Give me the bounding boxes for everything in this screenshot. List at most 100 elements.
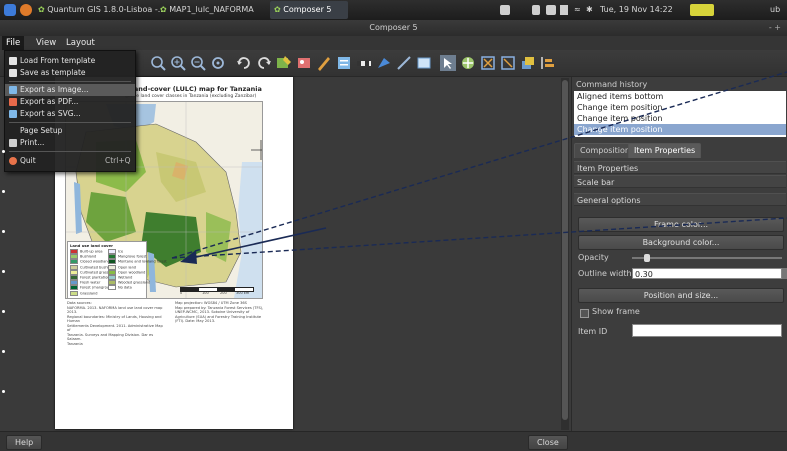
map-subtitle[interactable]: gative land cover classes in Tanzania (e… (125, 94, 256, 99)
add-image-icon[interactable] (296, 55, 312, 71)
legend-label: Fresh water (80, 280, 101, 285)
battery-icon[interactable] (532, 5, 540, 15)
edge-marker (2, 190, 5, 193)
volume-icon[interactable] (560, 5, 568, 15)
window-controls[interactable]: - + (769, 20, 781, 36)
group-icon[interactable] (480, 55, 496, 71)
save-icon (9, 69, 17, 77)
legend-box[interactable]: Land use land cover Built-up area Bushlan… (67, 241, 167, 299)
history-row[interactable]: Change item position (574, 113, 786, 124)
legend-label: Open land (118, 265, 137, 270)
bluetooth-icon[interactable]: ✱ (586, 0, 593, 20)
clock[interactable]: Tue, 19 Nov 14:22 (600, 0, 673, 20)
projection-text[interactable]: Map projection: WGS84 / UTM Zone 36S Map… (175, 301, 275, 324)
add-map-icon[interactable] (276, 55, 292, 71)
align-icon[interactable] (540, 55, 556, 71)
right-panel: Command history Aligned items bottom Cha… (571, 77, 787, 431)
menu-item-save-template[interactable]: Save as template (5, 67, 135, 79)
menu-layout[interactable]: Layout (62, 36, 99, 50)
image-icon (9, 86, 17, 94)
scale-label-300: 300 km (236, 291, 250, 295)
legend-label: Montane and lowland forest (118, 259, 167, 264)
scale-label-0: 0 (180, 291, 183, 295)
legend-label: Wetland (118, 275, 133, 280)
legend-label: Grassland (80, 291, 98, 296)
outline-width-label: Outline width (578, 269, 632, 278)
menu-item-print[interactable]: Print... (5, 137, 135, 149)
select-move-icon[interactable] (440, 55, 456, 71)
dialog-bottom-bar: Help Close (0, 431, 787, 451)
svg-icon (9, 110, 17, 118)
source-text[interactable]: Data sources: NAFORMA. 2013. NAFORMA lan… (67, 301, 167, 346)
map-title[interactable]: e land-cover (LULC) map for Tanzania (125, 85, 262, 93)
user-name[interactable]: ub (770, 0, 780, 20)
outline-width-input[interactable]: 0.30 (632, 268, 782, 279)
general-options-header[interactable]: General options (574, 193, 786, 206)
opacity-slider[interactable] (632, 254, 782, 262)
close-button[interactable]: Close (528, 435, 568, 450)
menu-separator (9, 122, 131, 123)
taskbar-item-qgis[interactable]: ✿ Quantum GIS 1.8.0-Lisboa -... (38, 0, 165, 20)
canvas-vertical-scrollbar[interactable] (561, 78, 569, 430)
history-row[interactable]: Aligned items bottom (574, 91, 786, 102)
history-row[interactable]: Change item position (574, 102, 786, 113)
legend-swatch (70, 290, 78, 296)
redo-icon[interactable] (256, 55, 272, 71)
legend-label: Closed woodland (80, 259, 110, 264)
qgis-icon: ✿ (160, 5, 167, 14)
move-content-icon[interactable] (460, 55, 476, 71)
menu-item-load-template[interactable]: Load From template (5, 55, 135, 67)
scale-label-200: 200 (220, 291, 227, 295)
add-arrow-icon[interactable] (396, 55, 412, 71)
add-shape-icon[interactable] (376, 55, 392, 71)
refresh-icon[interactable] (210, 55, 226, 71)
show-frame-checkbox[interactable] (580, 309, 589, 318)
raise-item-icon[interactable] (520, 55, 536, 71)
history-row-selected[interactable]: Change item position (574, 124, 786, 135)
menu-item-quit[interactable]: Quit Ctrl+Q (5, 155, 135, 167)
scrollbar-thumb[interactable] (562, 80, 568, 420)
menu-item-page-setup[interactable]: Page Setup (5, 125, 135, 137)
taskbar-item-composer[interactable]: ✿ Composer 5 (274, 0, 332, 20)
add-table-icon[interactable] (416, 55, 432, 71)
tab-item-properties[interactable]: Item Properties (628, 143, 702, 158)
add-legend-icon[interactable] (336, 55, 352, 71)
keyboard-icon[interactable] (500, 5, 510, 15)
pdf-icon (9, 98, 17, 106)
edge-marker (2, 310, 5, 313)
user-indicator-icon[interactable] (690, 4, 714, 16)
add-label-icon[interactable] (316, 55, 332, 71)
undo-icon[interactable] (236, 55, 252, 71)
outline-width-spinner[interactable] (782, 268, 787, 279)
help-button[interactable]: Help (6, 435, 43, 450)
ungroup-icon[interactable] (500, 55, 516, 71)
menu-separator (9, 81, 131, 82)
browser-icon[interactable] (20, 4, 32, 16)
menu-file[interactable]: File (2, 36, 25, 50)
frame-color-button[interactable]: Frame color... (578, 217, 784, 232)
wifi-icon[interactable]: ≈ (574, 0, 581, 20)
qgis-icon: ✿ (38, 5, 45, 14)
background-color-button[interactable]: Background color... (578, 235, 784, 250)
menu-item-export-svg[interactable]: Export as SVG... (5, 108, 135, 120)
taskbar-item-map[interactable]: ✿ MAP1_lulc_NAFORMA (160, 0, 254, 20)
tab-composition[interactable]: Composition (574, 143, 636, 158)
menu-item-export-pdf[interactable]: Export as PDF... (5, 96, 135, 108)
opacity-slider-handle[interactable] (644, 254, 650, 262)
legend-label: Bushland (80, 254, 97, 259)
zoom-in-icon[interactable] (170, 55, 186, 71)
mail-icon[interactable] (546, 5, 556, 15)
add-scalebar-icon[interactable] (356, 55, 372, 71)
show-frame-label: Show frame (592, 307, 640, 316)
zoom-out-icon[interactable] (190, 55, 206, 71)
scale-bar[interactable]: 0 100 200 300 km (180, 287, 254, 297)
zoom-full-icon[interactable] (150, 55, 166, 71)
item-id-input[interactable] (632, 324, 782, 337)
menu-item-export-image[interactable]: Export as Image... (5, 84, 135, 96)
quit-shortcut: Ctrl+Q (105, 156, 131, 165)
command-history-list[interactable]: Aligned items bottom Change item positio… (574, 91, 786, 137)
legend-label: Wooded grassland (118, 280, 151, 285)
launcher-icon[interactable] (4, 4, 16, 16)
position-size-button[interactable]: Position and size... (578, 288, 784, 303)
menu-view[interactable]: View (32, 36, 60, 50)
